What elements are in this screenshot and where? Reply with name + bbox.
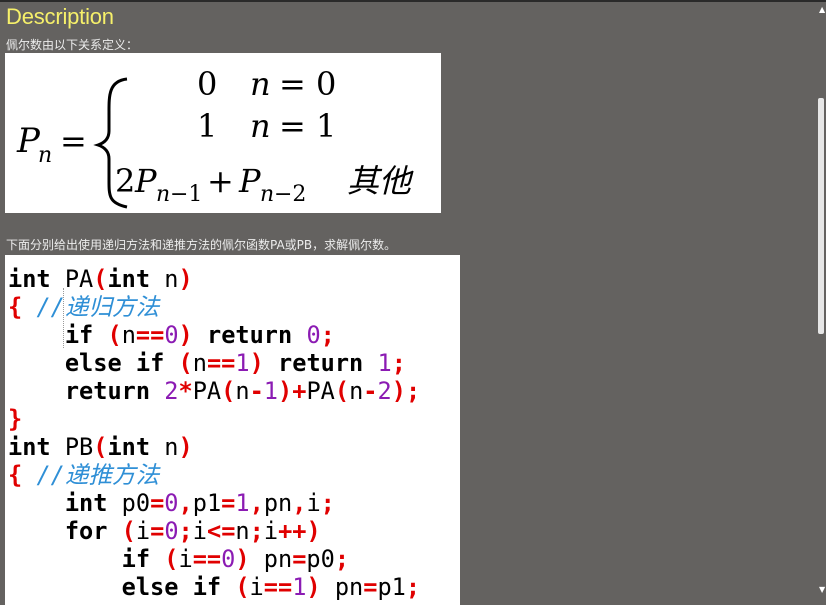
svg-text:n: n bbox=[38, 143, 52, 168]
svg-text:P: P bbox=[238, 162, 261, 200]
scrollbar-thumb[interactable] bbox=[818, 98, 824, 334]
svg-text:=: = bbox=[60, 122, 87, 160]
code-line: for (i=0;i<=n;i++) bbox=[64, 517, 321, 545]
svg-text:P: P bbox=[134, 162, 157, 200]
svg-text:−1: −1 bbox=[170, 182, 202, 207]
code-line: int PA(int n) bbox=[8, 265, 193, 293]
scrollbar[interactable]: ▲ ▼ bbox=[817, 2, 826, 597]
svg-text:2: 2 bbox=[115, 162, 135, 200]
formula-case-0: 0 n = 0 bbox=[197, 65, 336, 103]
code-line: return 2*PA(n-1)+PA(n-2); bbox=[64, 377, 421, 405]
method-description: 下面分别给出使用递归方法和递推方法的佩尔函数PA或PB，求解佩尔数。 bbox=[6, 238, 397, 252]
indent-guide bbox=[63, 288, 64, 348]
svg-text:n: n bbox=[156, 182, 170, 207]
svg-text:其他: 其他 bbox=[347, 162, 414, 200]
svg-text:n: n bbox=[250, 107, 271, 145]
pell-formula-image: P n = 0 n = 0 1 n = 1 2 P n −1 + P n −2 … bbox=[5, 53, 441, 213]
scroll-down-icon[interactable]: ▼ bbox=[819, 586, 825, 594]
formula-lhs: P n = bbox=[16, 121, 87, 168]
code-line: { //递归方法 bbox=[8, 293, 160, 321]
svg-text:n: n bbox=[250, 65, 271, 103]
code-line: else if (n==1) return 1; bbox=[64, 349, 406, 377]
pell-formula: P n = 0 n = 0 1 n = 1 2 P n −1 + P n −2 … bbox=[16, 65, 414, 209]
code-text: int PA(int n) { //递归方法 if (n==0) return … bbox=[5, 255, 460, 601]
svg-text:0: 0 bbox=[197, 65, 217, 103]
code-block: int PA(int n) { //递归方法 if (n==0) return … bbox=[5, 255, 460, 605]
formula-case-1: 1 n = 1 bbox=[197, 107, 336, 145]
svg-text:n: n bbox=[260, 182, 274, 207]
svg-text:= 1: = 1 bbox=[279, 107, 336, 145]
code-line: int PB(int n) bbox=[8, 433, 193, 461]
code-line: { //递推方法 bbox=[8, 461, 160, 489]
svg-text:−2: −2 bbox=[274, 182, 306, 207]
code-line: if (n==0) return 0; bbox=[64, 321, 335, 349]
section-title: Description bbox=[6, 4, 114, 29]
top-border bbox=[0, 0, 826, 2]
intro-text: 佩尔数由以下关系定义： bbox=[6, 38, 139, 52]
scroll-up-icon[interactable]: ▲ bbox=[819, 6, 825, 14]
svg-text:= 0: = 0 bbox=[279, 65, 336, 103]
formula-case-2: 2 P n −1 + P n −2 其他 bbox=[115, 162, 414, 207]
svg-text:1: 1 bbox=[197, 107, 217, 145]
code-line: } bbox=[8, 405, 23, 433]
svg-text:+: + bbox=[207, 162, 234, 200]
code-line: int p0=0,p1=1,pn,i; bbox=[64, 489, 335, 517]
code-line: if (i==0) pn=p0; bbox=[121, 545, 350, 573]
